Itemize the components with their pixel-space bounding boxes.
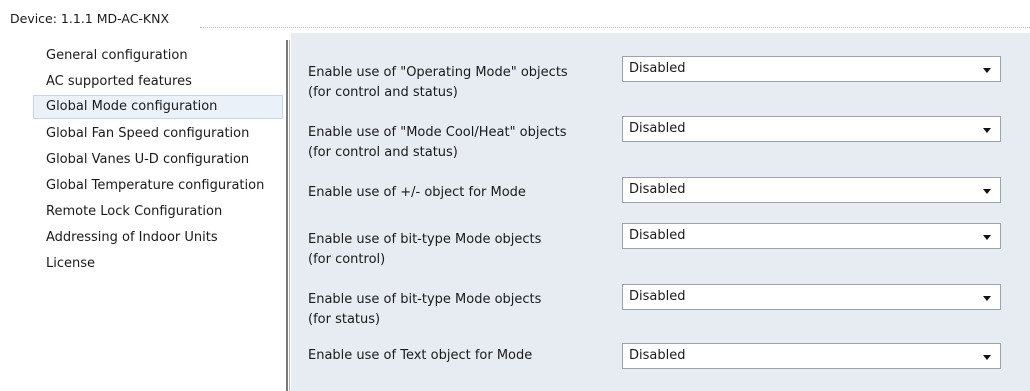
chevron-down-icon <box>983 68 991 73</box>
text-mode-object-select[interactable]: Disabled <box>622 343 1001 369</box>
sidebar-item-addressing-of-indoor-units[interactable]: Addressing of Indoor Units <box>33 226 283 250</box>
param-label: Enable use of "Operating Mode" objects (… <box>308 63 568 103</box>
mode-cool-heat-objects-select[interactable]: Disabled <box>622 116 1001 142</box>
param-label-line1: Enable use of bit-type Mode objects <box>308 292 542 307</box>
select-value: Disabled <box>629 289 686 304</box>
chevron-down-icon <box>983 296 991 301</box>
param-label-line1: Enable use of "Mode Cool/Heat" objects <box>308 125 567 140</box>
pane-splitter[interactable] <box>286 40 288 391</box>
param-label-line2: (for control) <box>308 252 386 267</box>
select-value: Disabled <box>629 348 686 363</box>
select-value: Disabled <box>629 61 686 76</box>
bit-mode-status-objects-select[interactable]: Disabled <box>622 284 1001 310</box>
param-label-line1: Enable use of bit-type Mode objects <box>308 232 542 247</box>
device-title: Device: 1.1.1 MD-AC-KNX <box>10 11 170 26</box>
param-label-line1: Enable use of +/- object for Mode <box>308 185 526 200</box>
sidebar-item-ac-supported-features[interactable]: AC supported features <box>33 70 283 94</box>
chevron-down-icon <box>983 189 991 194</box>
bit-mode-control-objects-select[interactable]: Disabled <box>622 223 1001 249</box>
param-label-line1: Enable use of Text object for Mode <box>308 348 533 363</box>
pane-splitter-edge <box>289 40 290 391</box>
param-label-line2: (for control and status) <box>308 145 458 160</box>
param-label: Enable use of "Mode Cool/Heat" objects (… <box>308 123 567 163</box>
plus-minus-mode-object-select[interactable]: Disabled <box>622 177 1001 203</box>
sidebar-item-global-vanes-ud-configuration[interactable]: Global Vanes U-D configuration <box>33 148 283 172</box>
chevron-down-icon <box>983 235 991 240</box>
chevron-down-icon <box>983 355 991 360</box>
param-label-line2: (for control and status) <box>308 85 458 100</box>
select-value: Disabled <box>629 182 686 197</box>
select-value: Disabled <box>629 121 686 136</box>
chevron-down-icon <box>983 128 991 133</box>
param-label-line2: (for status) <box>308 312 381 327</box>
title-divider <box>200 27 1030 28</box>
sidebar-item-global-fan-speed-configuration[interactable]: Global Fan Speed configuration <box>33 122 283 146</box>
sidebar-item-license[interactable]: License <box>33 252 283 276</box>
select-value: Disabled <box>629 228 686 243</box>
sidebar: General configuration AC supported featu… <box>0 42 286 391</box>
sidebar-item-general-configuration[interactable]: General configuration <box>33 44 283 68</box>
param-label: Enable use of Text object for Mode <box>308 346 532 366</box>
param-label-line1: Enable use of "Operating Mode" objects <box>308 65 568 80</box>
param-label: Enable use of bit-type Mode objects (for… <box>308 230 541 270</box>
sidebar-item-global-mode-configuration[interactable]: Global Mode configuration <box>33 95 283 119</box>
sidebar-item-global-temperature-configuration[interactable]: Global Temperature configuration <box>33 174 283 198</box>
param-label: Enable use of bit-type Mode objects (for… <box>308 290 541 330</box>
operating-mode-objects-select[interactable]: Disabled <box>622 56 1001 82</box>
sidebar-item-remote-lock-configuration[interactable]: Remote Lock Configuration <box>33 200 283 224</box>
param-label: Enable use of +/- object for Mode <box>308 183 526 203</box>
